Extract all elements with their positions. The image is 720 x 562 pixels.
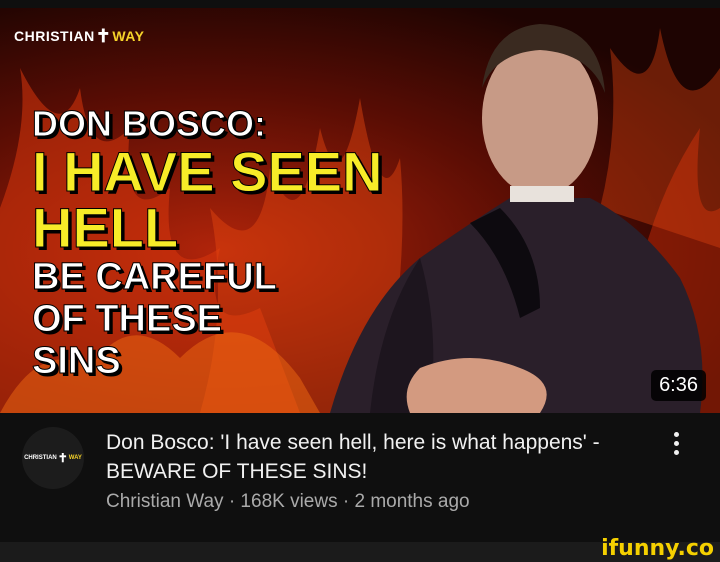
channel-avatar[interactable]: CHRISTIAN ✝ WAY bbox=[22, 427, 84, 489]
ifunny-watermark: ifunny.co bbox=[601, 536, 714, 561]
more-options-icon[interactable] bbox=[668, 428, 684, 458]
video-duration-badge: 6:36 bbox=[651, 370, 706, 401]
headline-line-2: I HAVE SEEN bbox=[32, 140, 384, 203]
avatar-word-christian: CHRISTIAN bbox=[24, 455, 57, 461]
video-metadata: Christian Way · 168K views · 2 months ag… bbox=[106, 491, 470, 512]
headline-line-3: HELL bbox=[32, 196, 179, 259]
video-title[interactable]: Don Bosco: 'I have seen hell, here is wh… bbox=[106, 428, 646, 486]
headline-line-6: SINS bbox=[32, 340, 122, 383]
headline-line-4: BE CAREFUL bbox=[32, 256, 278, 299]
avatar-word-way: WAY bbox=[68, 455, 82, 461]
top-bar bbox=[0, 0, 720, 8]
headline-line-5: OF THESE bbox=[32, 298, 223, 341]
headline-line-1: DON BOSCO: bbox=[32, 103, 267, 144]
avatar-logo: CHRISTIAN ✝ WAY bbox=[24, 451, 82, 465]
video-thumbnail[interactable]: CHRISTIAN ✝ WAY DON BOSCO: I HAVE SEEN H… bbox=[0, 8, 720, 413]
channel-brand-logo: CHRISTIAN ✝ WAY bbox=[14, 26, 145, 46]
brand-word-christian: CHRISTIAN bbox=[14, 28, 95, 44]
thumbnail-headline: DON BOSCO: I HAVE SEEN HELL BE CAREFUL O… bbox=[32, 103, 384, 383]
brand-word-way: WAY bbox=[112, 28, 145, 44]
cross-icon: ✝ bbox=[95, 26, 112, 46]
avatar-cross-icon: ✝ bbox=[57, 451, 68, 465]
